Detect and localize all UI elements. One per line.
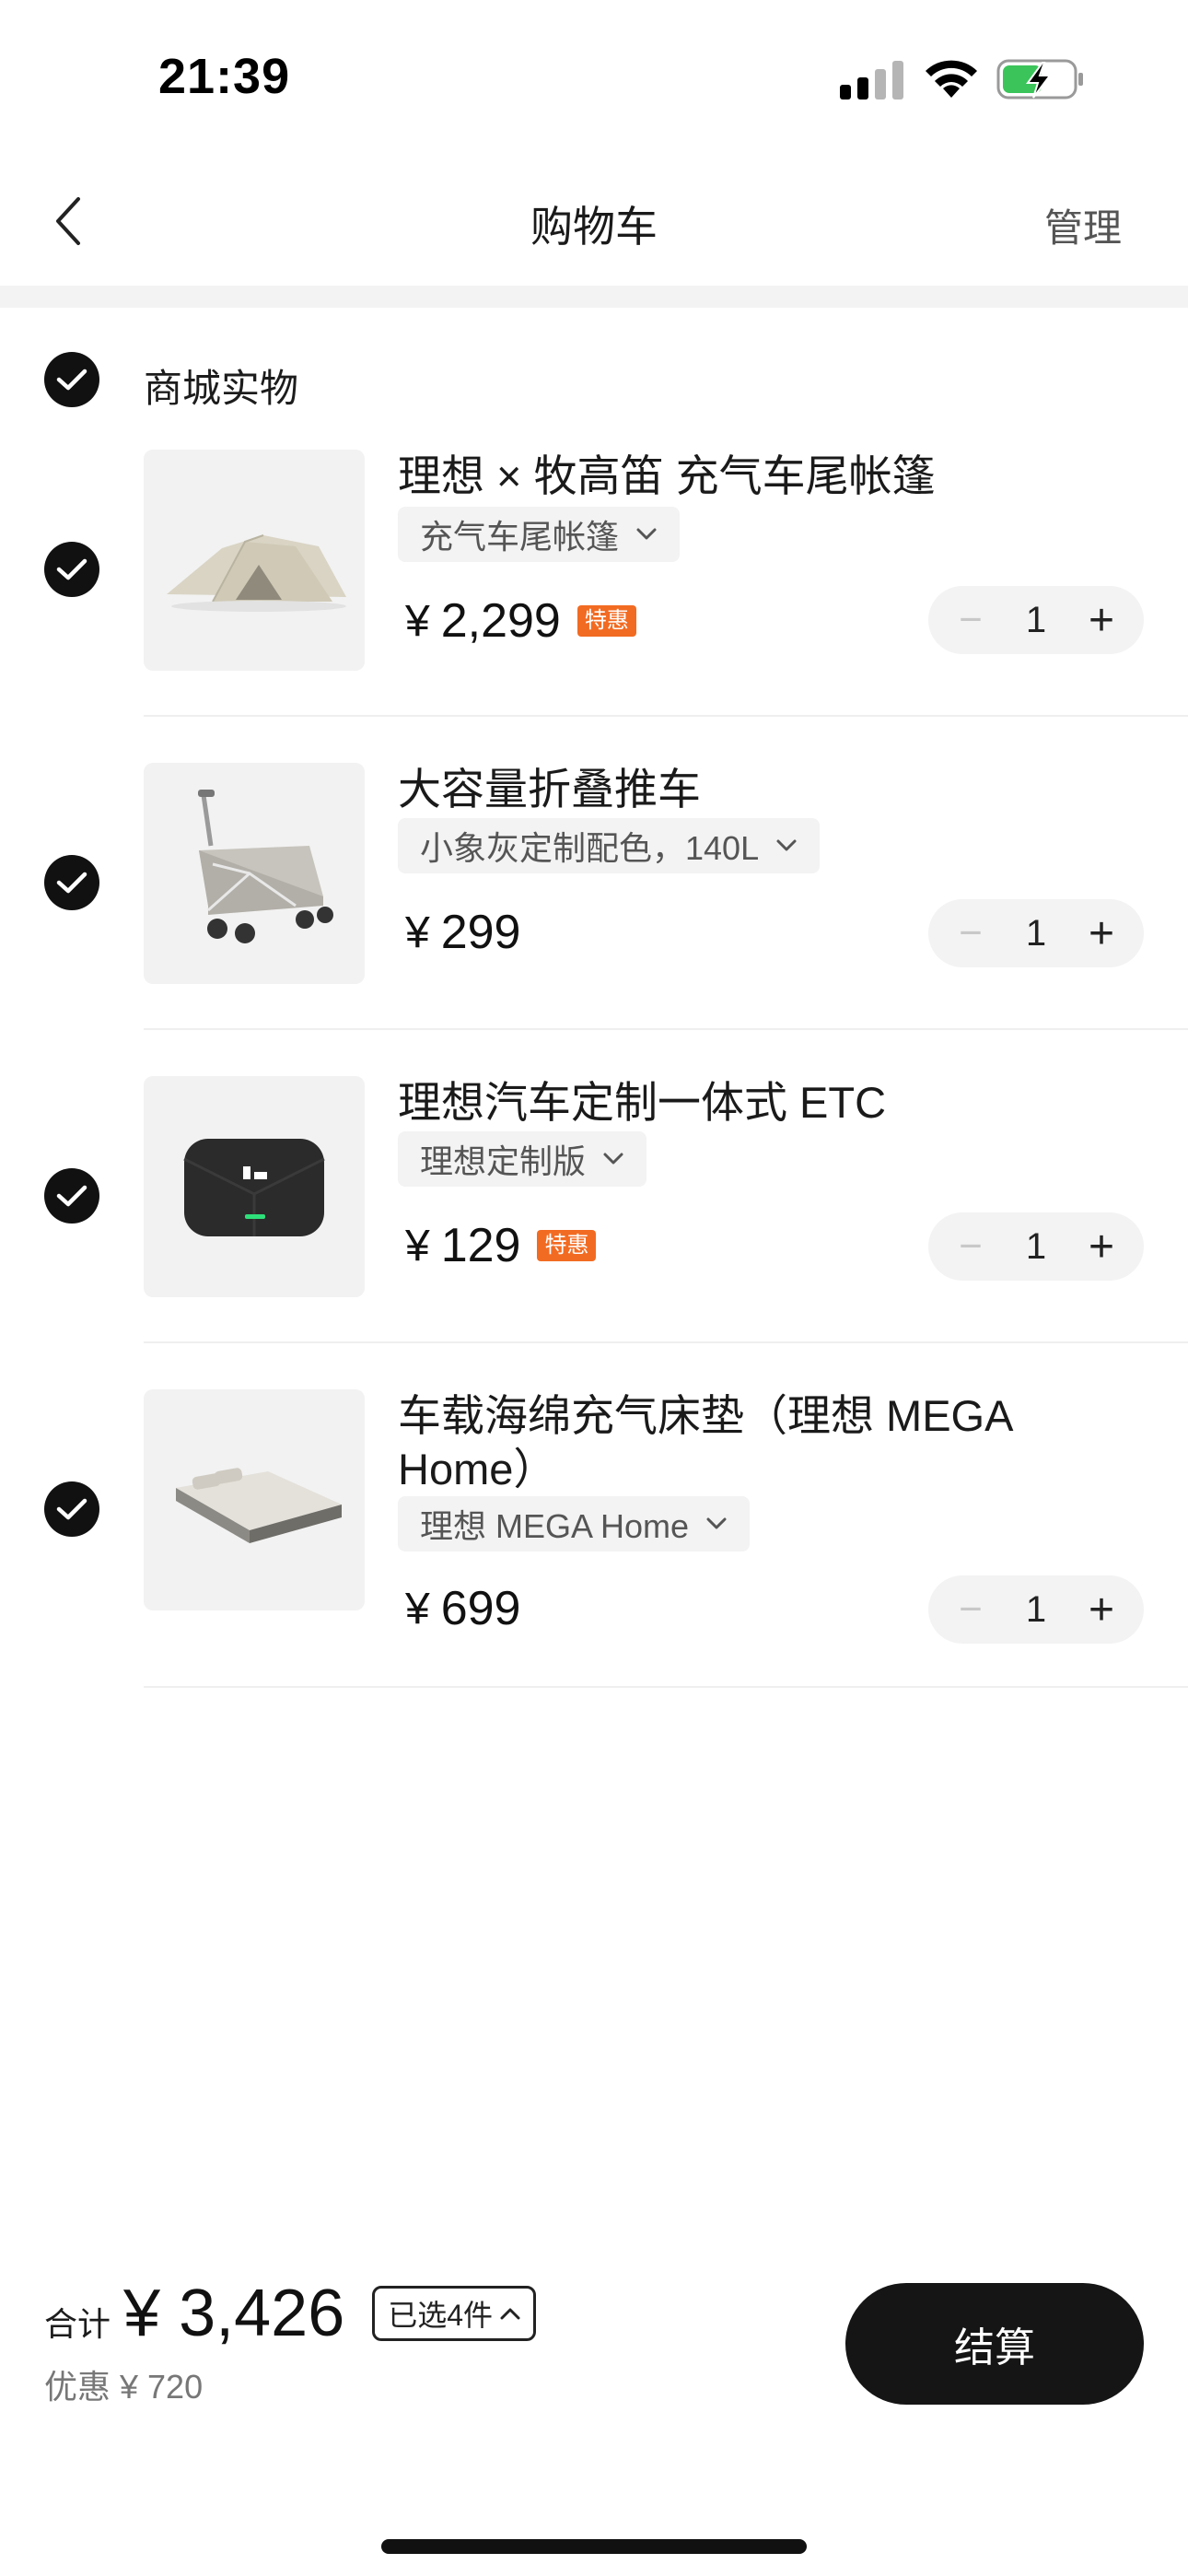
- check-icon: [56, 1185, 87, 1207]
- increase-button[interactable]: +: [1083, 908, 1120, 959]
- quantity-stepper: − 1 +: [928, 899, 1144, 967]
- check-icon: [56, 1498, 87, 1520]
- group-select-checkbox[interactable]: [44, 352, 99, 407]
- deal-badge: 特惠: [577, 605, 636, 637]
- item-name[interactable]: 大容量折叠推车: [398, 763, 1135, 816]
- check-icon: [56, 558, 87, 580]
- cart-item: 大容量折叠推车 小象灰定制配色，140L ¥ 299 − 1 +: [0, 763, 1188, 1076]
- etc-device-image[interactable]: [144, 1076, 365, 1297]
- status-bar: 21:39: [0, 0, 1188, 157]
- nav-bar: 购物车 管理: [0, 157, 1188, 286]
- spec-label: 理想定制版: [420, 1142, 587, 1180]
- item-divider: [144, 1686, 1188, 1688]
- item-price: ¥ 299: [405, 905, 520, 960]
- currency-symbol: ¥: [405, 1584, 430, 1633]
- quantity-stepper: − 1 +: [928, 1212, 1144, 1281]
- quantity-stepper: − 1 +: [928, 1575, 1144, 1644]
- item-select-checkbox[interactable]: [44, 855, 99, 910]
- price-value: 2,299: [440, 594, 561, 648]
- item-divider: [144, 715, 1188, 717]
- deal-badge: 特惠: [537, 1230, 597, 1261]
- decrease-button[interactable]: −: [952, 1587, 989, 1633]
- check-icon: [56, 872, 87, 894]
- home-indicator[interactable]: [381, 2539, 807, 2554]
- check-icon: [56, 369, 87, 391]
- discount-amount: 优惠 ¥ 720: [44, 2368, 204, 2406]
- decrease-button[interactable]: −: [952, 597, 989, 643]
- total-amount: ¥ 3,426: [123, 2277, 345, 2350]
- item-divider: [144, 1341, 1188, 1343]
- quantity-stepper: − 1 +: [928, 586, 1144, 654]
- price-value: 699: [440, 1582, 521, 1635]
- spec-selector[interactable]: 理想定制版: [398, 1131, 647, 1187]
- item-select-checkbox[interactable]: [44, 1481, 99, 1537]
- item-name[interactable]: 理想汽车定制一体式 ETC: [398, 1076, 1135, 1130]
- item-price: ¥ 129 特惠: [405, 1218, 597, 1273]
- cart-item: 理想 × 牧高笛 充气车尾帐篷 充气车尾帐篷 ¥ 2,299 特惠 − 1 +: [0, 450, 1188, 763]
- item-name[interactable]: 车载海绵充气床垫（理想 MEGA Home）: [398, 1389, 1135, 1496]
- chevron-down-icon: [776, 839, 797, 851]
- battery-charging-icon: [996, 59, 1083, 100]
- cart-item: 车载海绵充气床垫（理想 MEGA Home） 理想 MEGA Home ¥ 69…: [0, 1389, 1188, 1739]
- item-select-checkbox[interactable]: [44, 542, 99, 597]
- quantity-value[interactable]: 1: [1026, 600, 1046, 641]
- chevron-down-icon: [636, 528, 657, 540]
- selected-count-label: 已选4件: [388, 2299, 494, 2332]
- price-value: 299: [440, 906, 521, 959]
- mattress-image[interactable]: [144, 1389, 365, 1610]
- cart-item: 理想汽车定制一体式 ETC 理想定制版 ¥ 129 特惠 − 1 +: [0, 1076, 1188, 1389]
- order-summary: 合计 ¥ 3,426 已选4件 优惠 ¥ 720: [44, 2276, 537, 2408]
- item-divider: [144, 1028, 1188, 1030]
- manage-button[interactable]: 管理: [1044, 197, 1122, 253]
- increase-button[interactable]: +: [1083, 1222, 1120, 1272]
- spec-selector[interactable]: 充气车尾帐篷: [398, 507, 681, 562]
- quantity-value[interactable]: 1: [1026, 1226, 1046, 1268]
- wagon-image[interactable]: [144, 763, 365, 984]
- item-select-checkbox[interactable]: [44, 1168, 99, 1224]
- chevron-down-icon: [603, 1153, 623, 1165]
- spec-label: 小象灰定制配色，140L: [420, 829, 760, 867]
- page-title: 购物车: [530, 203, 658, 251]
- increase-button[interactable]: +: [1083, 1585, 1120, 1635]
- currency-symbol: ¥: [405, 596, 430, 646]
- total-label: 合计: [44, 2305, 111, 2343]
- wifi-icon: [926, 60, 977, 98]
- item-price: ¥ 699: [405, 1581, 520, 1636]
- group-label: 商城实物: [144, 367, 299, 410]
- item-name[interactable]: 理想 × 牧高笛 充气车尾帐篷: [398, 450, 1135, 503]
- item-price: ¥ 2,299 特惠: [405, 593, 636, 649]
- tent-image[interactable]: [144, 450, 365, 671]
- status-time: 21:39: [158, 49, 291, 104]
- cellular-signal-icon: [840, 61, 903, 100]
- currency-symbol: ¥: [405, 907, 430, 957]
- chevron-down-icon: [706, 1517, 727, 1529]
- currency-symbol: ¥: [405, 1221, 430, 1270]
- spec-label: 充气车尾帐篷: [420, 518, 620, 556]
- quantity-value[interactable]: 1: [1026, 1589, 1046, 1631]
- spec-selector[interactable]: 理想 MEGA Home: [398, 1496, 751, 1551]
- checkout-button[interactable]: 结算: [845, 2283, 1144, 2405]
- section-divider: [0, 286, 1188, 308]
- chevron-up-icon: [500, 2308, 520, 2320]
- spec-label: 理想 MEGA Home: [420, 1507, 690, 1545]
- decrease-button[interactable]: −: [952, 910, 989, 956]
- selected-count-toggle[interactable]: 已选4件: [372, 2286, 537, 2341]
- group-header: 商城实物: [0, 341, 1188, 418]
- increase-button[interactable]: +: [1083, 595, 1120, 646]
- total-row: 合计 ¥ 3,426 已选4件: [44, 2276, 537, 2351]
- spec-selector[interactable]: 小象灰定制配色，140L: [398, 818, 821, 873]
- price-value: 129: [440, 1219, 521, 1272]
- decrease-button[interactable]: −: [952, 1224, 989, 1270]
- quantity-value[interactable]: 1: [1026, 913, 1046, 954]
